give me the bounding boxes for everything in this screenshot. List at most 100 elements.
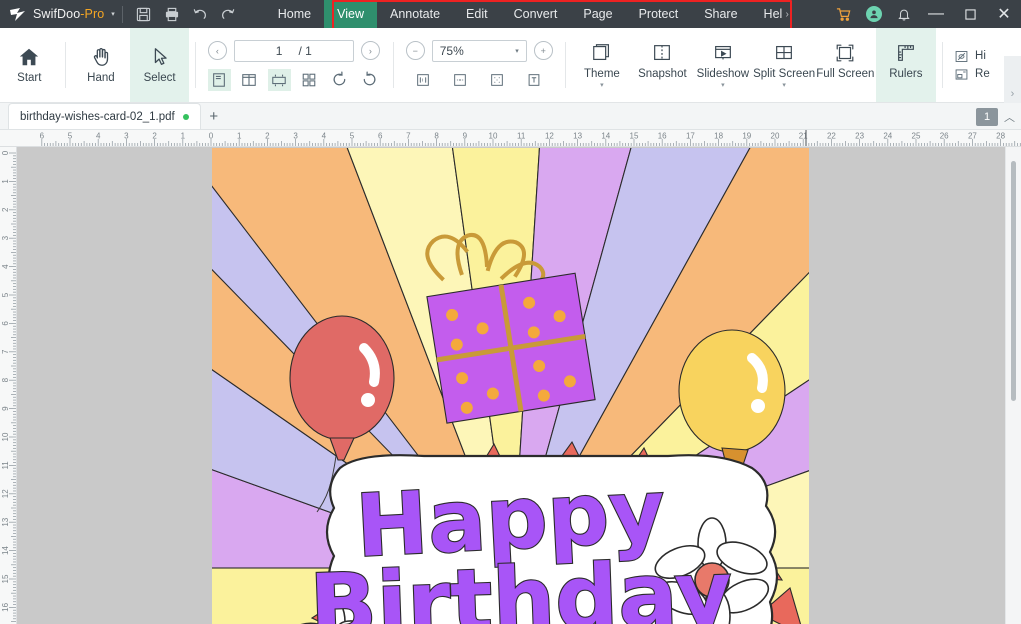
fit-text-button[interactable]: [523, 69, 546, 91]
zoom-in-button[interactable]: +: [533, 41, 553, 60]
document-viewer[interactable]: Happy Birthday: [17, 147, 1005, 624]
single-page-view-button[interactable]: [207, 68, 231, 91]
actual-size-button[interactable]: [412, 69, 435, 91]
zoom-out-button[interactable]: −: [405, 41, 425, 60]
page-indicator-badge[interactable]: 1: [976, 108, 998, 126]
zoom-level-select[interactable]: 75% ▾: [431, 39, 527, 62]
redo-icon[interactable]: [214, 1, 242, 27]
brand-dropdown-caret-icon[interactable]: ▾: [111, 10, 115, 18]
rotate-counterclockwise-button[interactable]: [358, 69, 381, 91]
total-pages-value: / 1: [298, 43, 312, 58]
document-tab-label: birthday-wishes-card-02_1.pdf: [20, 110, 175, 123]
layout-buttons-row: [207, 68, 381, 91]
svg-text:9: 9: [1, 406, 10, 411]
slideshow-label: Slideshow: [696, 67, 750, 80]
menu-item-help[interactable]: Help: [751, 0, 783, 28]
zoom-row: − 75% ▾ +: [405, 39, 553, 62]
rotate-clockwise-button[interactable]: [328, 69, 351, 91]
menu-item-page[interactable]: Page: [570, 0, 625, 28]
page-indicator-group: 1 ︿: [976, 108, 1015, 126]
document-tab[interactable]: birthday-wishes-card-02_1.pdf: [8, 103, 201, 129]
tool-hand-button[interactable]: Hand: [72, 28, 131, 102]
svg-text:11: 11: [1, 461, 10, 470]
swifdoo-pdf-window: SwifDoo-Pro ▾ Home View Annotate Edit Co…: [0, 0, 1021, 624]
menu-overflow-chevron-icon[interactable]: ›: [783, 9, 792, 20]
menu-item-protect[interactable]: Protect: [626, 0, 692, 28]
undo-icon[interactable]: [186, 1, 214, 27]
pdf-page[interactable]: Happy Birthday: [212, 148, 809, 624]
tool-hand-label: Hand: [87, 72, 115, 84]
view-ribbon-toolbar: Start Hand Select ‹ 1 / 1 › − 75% ▾ + Th…: [0, 28, 1021, 131]
page-nav-row: ‹ 1 / 1 ›: [207, 39, 381, 62]
svg-text:15: 15: [1, 574, 10, 583]
tool-start-button[interactable]: Start: [0, 28, 59, 102]
print-icon[interactable]: [158, 1, 186, 27]
current-page-value: 1: [275, 43, 283, 58]
rulers-button[interactable]: Rulers: [875, 28, 937, 102]
full-screen-button[interactable]: Full Screen: [815, 28, 875, 102]
menu-item-home[interactable]: Home: [265, 0, 324, 28]
app-logo-icon: [7, 4, 29, 24]
titlebar-right-icons: — ✕: [829, 0, 1021, 28]
snapshot-label: Snapshot: [638, 67, 687, 80]
split-screen-button[interactable]: Split Screen ▾: [753, 28, 815, 102]
new-tab-button[interactable]: +: [201, 103, 227, 129]
brand-name: SwifDoo-Pro: [33, 7, 105, 21]
scrollbar-thumb[interactable]: [1011, 161, 1016, 401]
tool-select-button[interactable]: Select: [130, 28, 189, 102]
snapshot-button[interactable]: Snapshot: [632, 28, 692, 102]
next-page-button[interactable]: ›: [360, 41, 380, 60]
menu-item-share[interactable]: Share: [691, 0, 750, 28]
fit-buttons-row: [406, 69, 553, 91]
account-icon[interactable]: [859, 0, 889, 28]
theme-button[interactable]: Theme ▾: [572, 28, 632, 102]
svg-text:12: 12: [1, 489, 10, 498]
menu-item-edit[interactable]: Edit: [453, 0, 501, 28]
theme-dropdown-caret-icon[interactable]: ▾: [600, 82, 604, 89]
horizontal-ruler[interactable]: 6 5 4 3 2 1 0 1 2 3 4 5 6 7 8 9 10 11 12 13 14 15 16 17 18 19 20 21…: [0, 130, 1021, 147]
vertical-scrollbar[interactable]: [1005, 147, 1021, 624]
zoom-level-value: 75%: [439, 43, 464, 58]
vertical-ruler[interactable]: 0 1 2 3 4 5 6 7 8 9 10 11 12 13 14 15 16: [0, 147, 17, 624]
notification-bell-icon[interactable]: [889, 0, 919, 28]
tool-select-label: Select: [143, 72, 176, 84]
menu-item-convert[interactable]: Convert: [501, 0, 571, 28]
grid-view-button[interactable]: [298, 69, 321, 91]
ribbon-divider-3: [392, 42, 394, 88]
birthday-card-artwork: Happy Birthday: [212, 148, 809, 624]
svg-text:Birthday: Birthday: [308, 541, 734, 624]
svg-text:16: 16: [1, 602, 10, 611]
close-button[interactable]: ✕: [987, 0, 1021, 28]
svg-text:5: 5: [1, 292, 10, 297]
ribbon-divider-2: [194, 42, 196, 88]
menu-item-annotate[interactable]: Annotate: [377, 0, 453, 28]
fit-page-button[interactable]: [486, 69, 509, 91]
menu-item-view[interactable]: View: [324, 0, 377, 28]
two-page-view-button[interactable]: [238, 69, 261, 91]
svg-text:3: 3: [1, 235, 10, 240]
svg-text:13: 13: [1, 517, 10, 526]
slideshow-button[interactable]: Slideshow ▾: [693, 28, 753, 102]
split-screen-dropdown-caret-icon[interactable]: ▾: [782, 82, 786, 89]
maximize-button[interactable]: [953, 0, 987, 28]
cart-icon[interactable]: [829, 0, 859, 28]
tool-start-label: Start: [17, 72, 42, 84]
svg-text:0: 0: [1, 150, 10, 155]
rulers-label: Rulers: [889, 67, 923, 80]
ribbon-divider-5: [942, 42, 944, 88]
unsaved-indicator-dot: [182, 113, 189, 120]
svg-text:2: 2: [1, 207, 10, 212]
minimize-button[interactable]: —: [919, 0, 953, 28]
svg-text:4: 4: [1, 264, 10, 269]
continuous-scroll-button[interactable]: [267, 68, 291, 91]
svg-text:6: 6: [1, 321, 10, 326]
slideshow-dropdown-caret-icon[interactable]: ▾: [721, 82, 725, 89]
chevron-up-icon[interactable]: ︿: [1004, 109, 1015, 125]
main-menu-bar: Home View Annotate Edit Convert Page Pro…: [265, 0, 792, 28]
previous-page-button[interactable]: ‹: [207, 41, 227, 60]
save-icon[interactable]: [130, 1, 158, 27]
full-screen-label: Full Screen: [816, 67, 875, 80]
avatar: [866, 6, 882, 22]
fit-width-button[interactable]: [449, 69, 472, 91]
page-number-input[interactable]: 1 / 1: [233, 39, 354, 62]
